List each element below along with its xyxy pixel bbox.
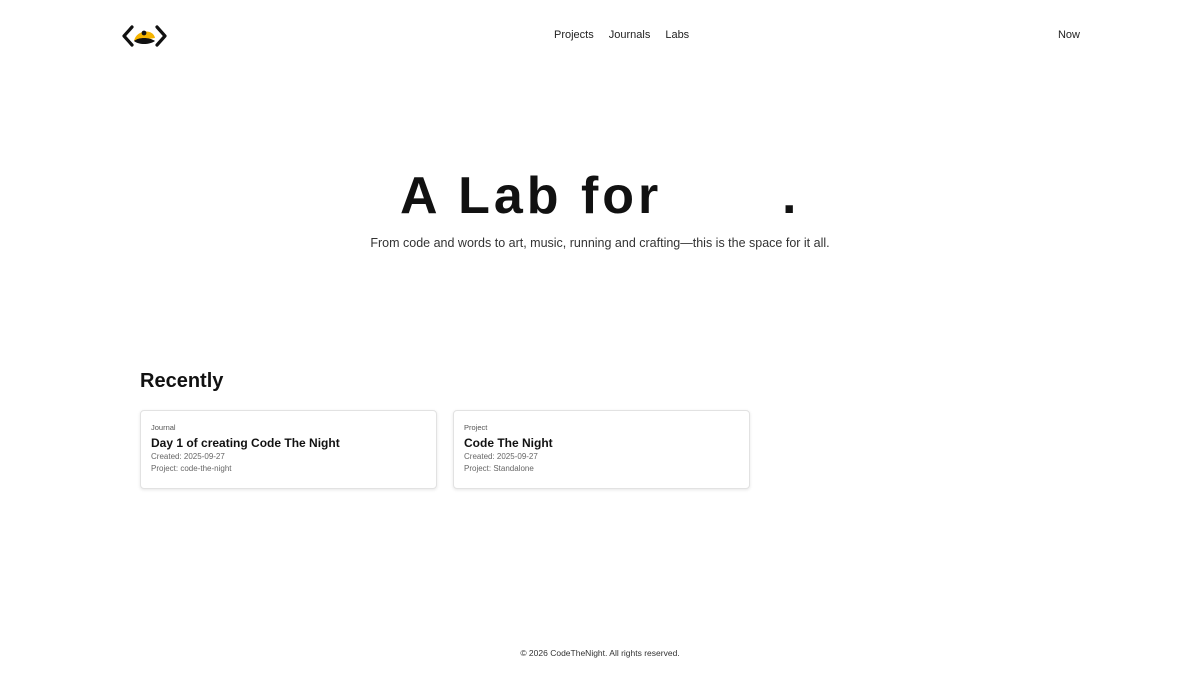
nav-now-link[interactable]: Now [1058,29,1080,41]
card-project-name: Project: Standalone [464,464,534,473]
recent-cards-list: Journal Day 1 of creating Code The Night… [140,410,750,489]
hero-subtitle: From code and words to art, music, runni… [370,236,830,250]
site-header: Projects Journals Labs Now [0,0,1200,72]
main-nav: Projects Journals Labs [554,29,704,41]
recently-heading: Recently [140,370,224,392]
card-type-label: Project [464,423,488,432]
recent-card-journal[interactable]: Journal Day 1 of creating Code The Night… [140,410,437,489]
nav-journals-link[interactable]: Journals [609,29,651,41]
code-eye-logo-icon [122,25,167,47]
card-created-date: Created: 2025-09-27 [464,452,538,461]
hero-title: A Lab for [400,167,663,225]
footer-copyright: © 2026 CodeTheNight. All rights reserved… [520,648,680,658]
card-type-label: Journal [151,423,176,432]
hero-title-period: . [782,167,797,225]
card-title: Day 1 of creating Code The Night [151,436,340,450]
site-footer: © 2026 CodeTheNight. All rights reserved… [0,648,1200,658]
card-title: Code The Night [464,436,553,450]
nav-projects-link[interactable]: Projects [554,29,594,41]
site-logo[interactable] [122,24,168,48]
card-created-date: Created: 2025-09-27 [151,452,225,461]
page: Projects Journals Labs Now A Lab for . F… [0,0,1200,675]
recent-card-project[interactable]: Project Code The Night Created: 2025-09-… [453,410,750,489]
card-project-name: Project: code-the-night [151,464,232,473]
nav-labs-link[interactable]: Labs [665,29,689,41]
